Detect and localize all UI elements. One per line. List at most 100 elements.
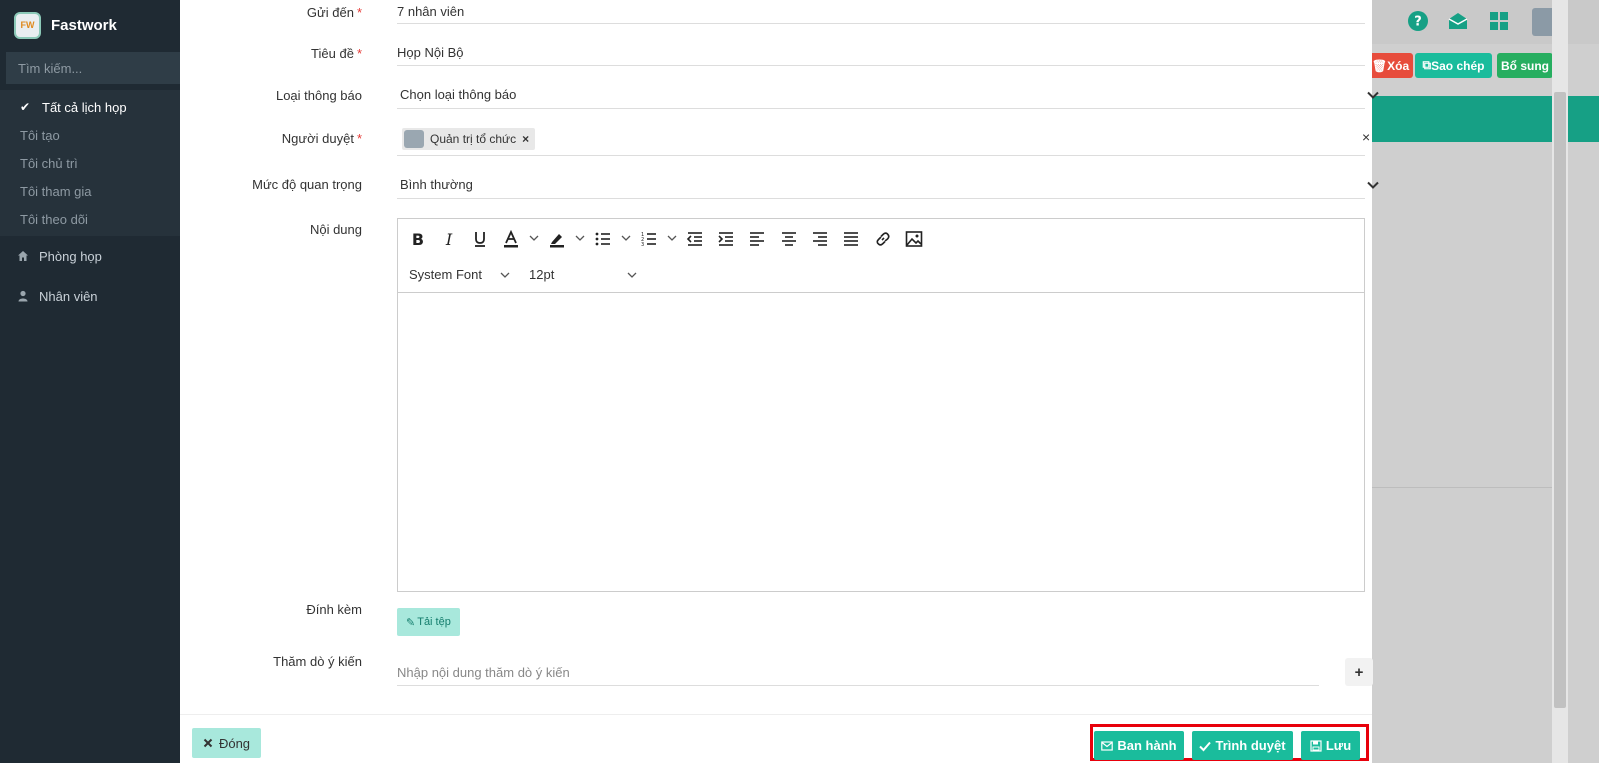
chevron-down-icon[interactable] [1366,88,1380,102]
meeting-filter-list: ✔ Tất cả lịch họp Tôi tạo Tôi chủ trì Tô… [0,90,180,236]
paperclip-icon: ✎ [406,616,416,629]
approver-avatar [404,130,424,148]
title-input[interactable]: Họp Nội Bộ [397,45,463,60]
sidebar-item-employees[interactable]: Nhân viên [0,276,180,316]
numbered-list-icon[interactable]: 123 [638,228,660,250]
font-family-select[interactable]: System Font [409,267,510,282]
sidebar-item-following[interactable]: Tôi theo dõi [0,205,180,233]
copy-button[interactable]: ⧉ Sao chép [1415,53,1492,78]
image-icon[interactable] [903,228,925,250]
home-icon [18,251,28,261]
sidebar-item-label: Tôi theo dõi [20,211,88,227]
upload-file-button[interactable]: ✎ Tải tệp [397,608,460,636]
envelope-icon [1101,740,1114,751]
page-scrollbar-thumb[interactable] [1554,92,1566,708]
chip-remove-icon[interactable]: × [522,132,529,146]
svg-text:?: ? [1414,15,1422,30]
close-button[interactable]: Đóng [192,728,261,758]
sidebar-item-label: Tất cả lịch họp [42,99,127,115]
app-name: Fastwork [51,16,117,34]
plus-icon: + [1354,663,1364,681]
mail-open-icon[interactable] [1447,10,1469,32]
poll-input[interactable] [397,660,1319,686]
chevron-down-icon[interactable] [1366,178,1380,192]
font-size-value: 12pt [529,267,555,282]
title-underline [397,65,1365,66]
notice-type-select[interactable]: Chọn loại thông báo [400,87,516,102]
save-button[interactable]: Lưu [1301,731,1360,760]
submit-label: Trình duyệt [1215,738,1286,753]
editor-content-area[interactable] [398,293,1364,591]
highlight-color-icon[interactable] [546,228,568,250]
chevron-down-icon [627,272,637,278]
font-family-value: System Font [409,267,482,282]
sidebar-item-label: Nhân viên [39,288,98,304]
svg-text:I: I [445,230,453,248]
svg-text:3: 3 [641,242,644,248]
notice-type-label: Loại thông báo [275,88,362,103]
sidebar-item-hosted-by-me[interactable]: Tôi chủ trì [0,149,180,177]
publish-button[interactable]: Ban hành [1094,731,1184,760]
underline-icon[interactable] [469,228,491,250]
copy-icon: ⧉ [1422,58,1432,72]
sidebar-search-input[interactable] [6,52,180,84]
add-poll-option-button[interactable]: + [1345,658,1373,686]
footer-action-group: Ban hành Trình duyệt Lưu [1090,724,1369,761]
sidebar-item-label: Phòng họp [39,248,102,264]
save-label: Lưu [1325,738,1352,753]
chevron-down-icon[interactable] [667,233,677,243]
send-to-field[interactable]: 7 nhân viên [397,4,464,19]
indent-icon[interactable] [715,228,737,250]
save-icon [1310,739,1322,752]
bold-icon[interactable]: B [407,228,429,250]
footer-divider [180,714,1372,715]
delete-label: Xóa [1387,58,1410,73]
text-color-icon[interactable] [500,228,522,250]
clear-approver-icon[interactable]: × [1362,129,1370,145]
add-label: Bổ sung [1501,58,1549,73]
align-left-icon[interactable] [746,228,768,250]
priority-select[interactable]: Bình thường [400,177,473,192]
user-icon [18,290,28,302]
check-icon: ✔ [20,100,31,114]
bullet-list-icon[interactable] [592,228,614,250]
add-button[interactable]: Bổ sung [1497,53,1553,78]
content-label: Nội dung [309,222,362,237]
sidebar-item-created-by-me[interactable]: Tôi tạo [0,121,180,149]
link-icon[interactable] [872,228,894,250]
approver-label: Người duyệt * [281,131,362,146]
chevron-down-icon[interactable] [621,233,631,243]
apps-grid-icon[interactable] [1488,10,1510,32]
align-center-icon[interactable] [778,228,800,250]
sidebar-item-attending[interactable]: Tôi tham gia [0,177,180,205]
send-to-underline [397,23,1365,24]
send-to-label: Gửi đến * [306,5,362,20]
trash-icon: 🗑 [1372,58,1388,73]
publish-label: Ban hành [1117,738,1177,753]
notice-type-underline [397,108,1365,109]
outdent-icon[interactable] [684,228,706,250]
title-label: Tiêu đề * [311,46,362,61]
sidebar-item-label: Tôi chủ trì [20,155,78,171]
chevron-down-icon[interactable] [575,233,585,243]
poll-label: Thăm dò ý kiến [273,654,362,669]
approver-chip[interactable]: Quản trị tổ chức × [402,128,536,150]
align-right-icon[interactable] [809,228,831,250]
brand[interactable]: FW Fastwork [0,0,180,50]
italic-icon[interactable]: I [438,228,460,250]
chevron-down-icon[interactable] [529,233,539,243]
delete-button[interactable]: 🗑 Xóa [1372,53,1413,78]
approver-underline [397,155,1365,156]
copy-label: Sao chép [1431,58,1485,73]
help-icon[interactable]: ? [1407,10,1429,32]
font-size-select[interactable]: 12pt [529,267,637,282]
sidebar: FW Fastwork ✔ Tất cả lịch họp Tôi tạo Tô… [0,0,180,763]
sidebar-item-all-meetings[interactable]: ✔ Tất cả lịch họp [0,93,180,121]
create-notice-modal: Gửi đến * 7 nhân viên Tiêu đề * Họp Nội Bộ… [180,0,1379,763]
close-label: Đóng [218,735,251,751]
align-justify-icon[interactable] [840,228,862,250]
sidebar-item-meeting-rooms[interactable]: Phòng họp [0,236,180,276]
background-page: ? 🗑 Xóa ⧉ Sao chép Bổ sung [1372,0,1599,763]
attachment-label: Đính kèm [306,602,362,617]
submit-for-approval-button[interactable]: Trình duyệt [1192,731,1293,760]
